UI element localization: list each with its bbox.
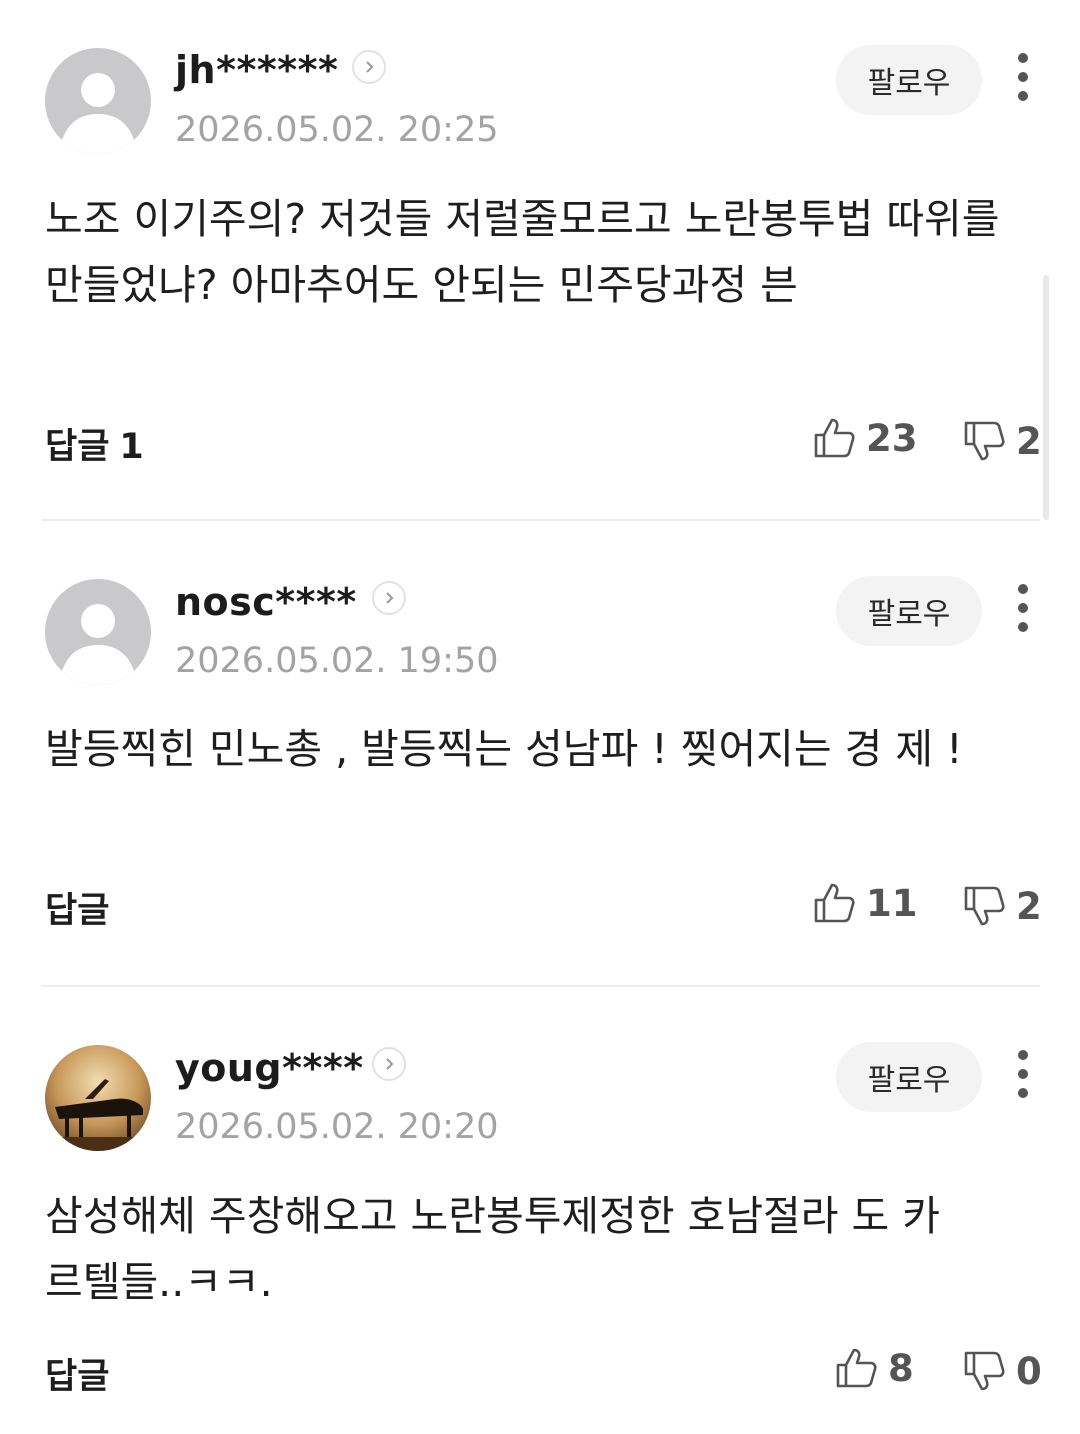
like-count: 23 bbox=[866, 416, 918, 460]
more-vertical-icon[interactable] bbox=[1003, 1047, 1043, 1103]
comment-timestamp: 2026.05.02. 19:50 bbox=[175, 641, 499, 681]
reply-label: 답글 bbox=[45, 1357, 110, 1397]
username[interactable]: youg**** bbox=[175, 1046, 364, 1090]
avatar[interactable] bbox=[45, 1045, 151, 1151]
comment-body: 노조 이기주의? 저것들 저럴줄모르고 노란봉투법 따위를 만들었냐? 아마추어… bbox=[45, 195, 1000, 309]
default-avatar-icon bbox=[45, 48, 151, 154]
comment-body: 발등찍힌 민노총 , 발등찍는 성남파 ! 찢어지는 경 제 ! bbox=[45, 725, 963, 773]
thumbs-up-icon bbox=[836, 1348, 877, 1388]
reply-button[interactable]: 답글 1 bbox=[45, 418, 144, 469]
username[interactable]: nosc**** bbox=[175, 580, 357, 624]
piano-photo-icon bbox=[45, 1045, 151, 1151]
dislike-count: 2 bbox=[1016, 884, 1042, 928]
thumbs-down-icon bbox=[964, 421, 1005, 461]
dislike-button[interactable]: 2 bbox=[962, 416, 1042, 466]
comment-divider bbox=[42, 985, 1040, 987]
reply-button[interactable]: 답글 bbox=[45, 1348, 109, 1399]
dislike-button[interactable]: 2 bbox=[962, 881, 1042, 931]
comment-body: 삼성해체 주창해오고 노란봉투제정한 호남절라 도 카르텔들..ㅋㅋ. bbox=[45, 1192, 941, 1306]
more-vertical-icon[interactable] bbox=[1003, 581, 1043, 637]
follow-button[interactable]: 팔로우 bbox=[836, 576, 982, 646]
reply-label: 답글 bbox=[45, 891, 110, 931]
avatar[interactable] bbox=[45, 579, 151, 685]
like-button[interactable]: 23 bbox=[812, 413, 918, 463]
dislike-count: 0 bbox=[1016, 1349, 1042, 1393]
thumbs-up-icon bbox=[814, 418, 855, 458]
thumbs-down-icon bbox=[964, 886, 1005, 926]
thumbs-down-icon bbox=[964, 1351, 1005, 1391]
chevron-right-icon[interactable] bbox=[372, 1047, 406, 1081]
comment-timestamp: 2026.05.02. 20:20 bbox=[175, 1107, 499, 1147]
comment-divider bbox=[42, 519, 1040, 521]
reply-label: 답글 bbox=[45, 427, 110, 467]
thumbs-up-icon bbox=[814, 883, 855, 923]
dislike-count: 2 bbox=[1016, 419, 1042, 463]
avatar[interactable] bbox=[45, 48, 151, 154]
dislike-button[interactable]: 0 bbox=[962, 1346, 1042, 1396]
like-count: 11 bbox=[866, 881, 918, 925]
reply-button[interactable]: 답글 bbox=[45, 882, 109, 933]
like-count: 8 bbox=[888, 1346, 914, 1390]
default-avatar-icon bbox=[45, 579, 151, 685]
more-vertical-icon[interactable] bbox=[1003, 50, 1043, 106]
follow-button[interactable]: 팔로우 bbox=[836, 45, 982, 115]
like-button[interactable]: 11 bbox=[812, 878, 918, 928]
username[interactable]: jh****** bbox=[175, 48, 338, 92]
like-button[interactable]: 8 bbox=[834, 1343, 914, 1393]
reply-count: 1 bbox=[119, 427, 144, 467]
follow-button[interactable]: 팔로우 bbox=[836, 1042, 982, 1112]
scrollbar[interactable] bbox=[1043, 275, 1049, 520]
chevron-right-icon[interactable] bbox=[352, 50, 386, 84]
comment-timestamp: 2026.05.02. 20:25 bbox=[175, 110, 499, 150]
chevron-right-icon[interactable] bbox=[372, 581, 406, 615]
